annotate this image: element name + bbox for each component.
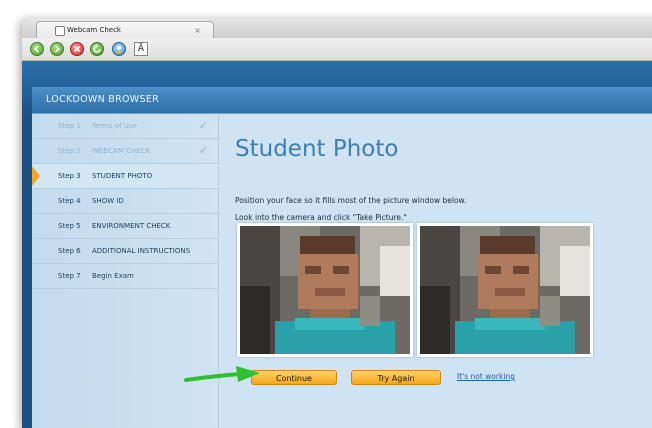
tab-bar: Webcam Check × [22, 18, 652, 39]
tab-title: Webcam Check [67, 26, 121, 34]
sidebar-step-1[interactable]: Step 1 Terms of Use ✓ [32, 114, 218, 139]
stop-button[interactable] [70, 42, 84, 56]
step-number: Step 2 [58, 147, 81, 155]
instruction-text-2: Look into the camera and click "Take Pic… [235, 213, 407, 222]
step-label: ENVIRONMENT CHECK [92, 222, 171, 230]
step-number: Step 3 [58, 172, 81, 180]
page-content: LOCKDOWN BROWSER Step 1 Terms of Use ✓ S… [22, 61, 652, 428]
instruction-text-1: Position your face so it fills most of t… [235, 196, 467, 205]
font-size-icon[interactable]: Ā [134, 42, 148, 56]
page-icon [55, 26, 65, 36]
arrow-right-icon [54, 45, 61, 53]
home-button[interactable] [112, 42, 126, 56]
brand-title: LOCKDOWN BROWSER [46, 94, 160, 105]
reload-button[interactable] [90, 42, 104, 56]
current-step-marker-icon [32, 166, 40, 186]
check-icon: ✓ [198, 119, 208, 132]
page-title: Student Photo [235, 136, 399, 162]
reload-icon [93, 44, 101, 53]
step-number: Step 5 [58, 222, 81, 230]
sidebar-step-2[interactable]: Step 2 WEBCAM CHECK ✓ [32, 139, 218, 164]
try-again-button[interactable]: Try Again [351, 370, 441, 385]
check-icon: ✓ [198, 144, 208, 157]
green-arrow-icon [184, 366, 260, 382]
step-label: ADDITIONAL INSTRUCTIONS [92, 247, 191, 255]
step-label: SHOW ID [92, 197, 124, 205]
tab-webcam-check[interactable]: Webcam Check × [36, 21, 214, 39]
live-camera-preview [237, 223, 413, 357]
brand-bar: LOCKDOWN BROWSER [32, 87, 652, 114]
close-tab-icon[interactable]: × [194, 22, 201, 39]
sidebar-step-4[interactable]: Step 4 SHOW ID [32, 189, 218, 214]
sidebar-step-3[interactable]: Step 3 STUDENT PHOTO [32, 164, 218, 189]
step-label: STUDENT PHOTO [92, 172, 153, 180]
forward-button[interactable] [50, 42, 64, 56]
browser-toolbar: Ā [22, 38, 652, 61]
sidebar-step-5[interactable]: Step 5 ENVIRONMENT CHECK [32, 214, 218, 239]
back-button[interactable] [30, 42, 44, 56]
not-working-link[interactable]: It's not working [457, 372, 515, 381]
step-label: WEBCAM CHECK [92, 147, 151, 155]
step-number: Step 4 [58, 197, 81, 205]
step-number: Step 6 [58, 247, 81, 255]
sidebar-step-6[interactable]: Step 6 ADDITIONAL INSTRUCTIONS [32, 239, 218, 264]
webcam-image [240, 226, 410, 354]
step-label: Terms of Use [92, 122, 137, 130]
lockdown-frame: LOCKDOWN BROWSER Step 1 Terms of Use ✓ S… [32, 87, 652, 428]
x-icon [73, 45, 81, 53]
browser-window: Webcam Check × Ā LOCKDOWN BROWSER Step 1… [22, 18, 652, 428]
captured-image [420, 226, 590, 354]
step-number: Step 1 [58, 122, 81, 130]
step-label: Begin Exam [92, 272, 134, 280]
sidebar-step-7[interactable]: Step 7 Begin Exam [32, 264, 218, 289]
step-number: Step 7 [58, 272, 81, 280]
main-panel: Student Photo Position your face so it f… [219, 114, 652, 428]
person-icon [115, 45, 123, 53]
arrow-left-icon [33, 45, 40, 53]
captured-photo [417, 223, 593, 357]
